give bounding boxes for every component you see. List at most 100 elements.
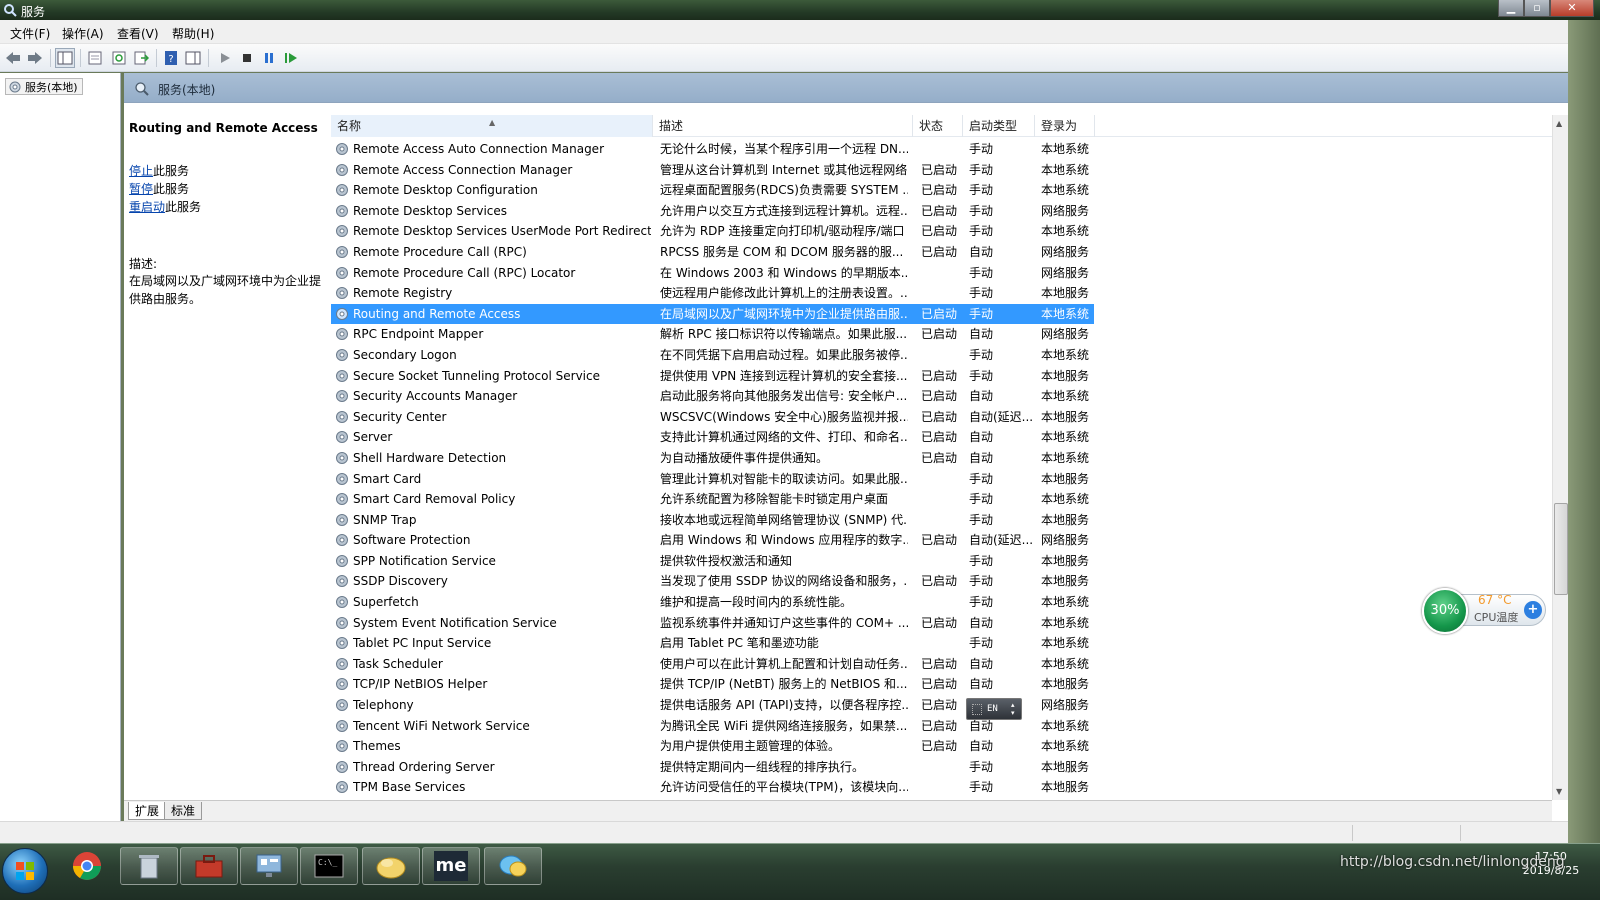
properties-icon[interactable] [85,48,105,68]
service-row[interactable]: RPC Endpoint Mapper 解析 RPC 接口标识符以传输端点。如果此… [331,324,1567,345]
taskbar-toolbox[interactable] [180,847,238,885]
cpu-temperature-widget[interactable]: 30% 67 °C CPU温度 + [1422,588,1548,634]
minimize-button[interactable]: ▁ [1498,0,1524,17]
show-hide-tree-icon[interactable] [55,48,75,68]
service-row[interactable]: Security Accounts Manager 启动此服务将向其他服务发出信号… [331,386,1567,407]
service-name: Remote Desktop Configuration [353,183,538,198]
forward-icon[interactable] [25,48,45,68]
service-row[interactable]: Themes 为用户提供使用主题管理的体验。 已启动 自动 本地系统 [331,736,1567,757]
service-row[interactable]: Secure Socket Tunneling Protocol Service… [331,366,1567,387]
service-row[interactable]: Remote Registry 使远程用户能修改此计算机上的注册表设置。... 手动… [331,283,1567,304]
restart-service-icon[interactable] [281,48,301,68]
service-row[interactable]: Tablet PC Input Service 启用 Tablet PC 笔和墨迹… [331,633,1567,654]
taskbar-me-app[interactable]: me [422,847,480,885]
scroll-down-icon[interactable]: ▼ [1556,787,1562,796]
service-name: Remote Desktop Services UserMode Port Re… [353,224,651,239]
vertical-scrollbar[interactable]: ▲ ▼ [1552,115,1568,800]
service-name: Remote Procedure Call (RPC) [353,244,527,259]
action-pane-icon[interactable] [183,48,203,68]
export-list-icon[interactable] [131,48,151,68]
service-startup-type: 自动 [969,739,994,754]
menu-action[interactable]: 操作(A) [62,25,104,42]
service-row[interactable]: Remote Desktop Configuration 远程桌面配置服务(RDC… [331,180,1567,201]
ime-options-icon[interactable]: ▴ ▾ [1011,701,1015,717]
service-row[interactable]: Remote Access Auto Connection Manager 无论什… [331,139,1567,160]
service-row[interactable]: Remote Procedure Call (RPC) RPCSS 服务是 COM… [331,242,1567,263]
ime-language-bar[interactable]: EN ▴ ▾ [966,698,1022,720]
service-row[interactable]: Security Center WSCSVC(Windows 安全中心)服务监视并… [331,407,1567,428]
service-row[interactable]: Smart Card 管理此计算机对智能卡的取读访问。如果此服... 手动 本地服务 [331,469,1567,490]
service-row[interactable]: SNMP Trap 接收本地或远程简单网络管理协议 (SNMP) 代... 手动 本地… [331,510,1567,531]
menu-file[interactable]: 文件(F) [10,25,50,42]
taskbar-cmd[interactable]: C:\_ [300,847,358,885]
service-row[interactable]: Task Scheduler 使用户可以在此计算机上配置和计划自动任务... 已启动… [331,654,1567,675]
tree-item-services-local[interactable]: 服务(本地) [5,78,83,95]
service-row[interactable]: Remote Desktop Services UserMode Port Re… [331,221,1567,242]
service-row[interactable]: Remote Desktop Services 允许用户以交互方式连接到远程计算机… [331,201,1567,222]
column-logon-as[interactable]: 登录为 [1035,115,1095,137]
refresh-icon[interactable] [109,48,129,68]
taskbar-services-window[interactable] [240,847,298,885]
service-gear-icon [336,699,348,712]
service-gear-icon [336,554,348,567]
tab-standard[interactable]: 标准 [164,802,203,820]
service-row[interactable]: TPM Base Services 允许访问受信任的平台模块(TPM)，该模块向.… [331,777,1567,798]
service-logon-as: 本地系统 [1041,492,1090,507]
service-row[interactable]: Shell Hardware Detection 为自动播放硬件事件提供通知。 已启… [331,448,1567,469]
maximize-button[interactable]: ▫ [1524,0,1550,17]
column-startup-type[interactable]: 启动类型 [963,115,1035,137]
scroll-up-icon[interactable]: ▲ [1556,119,1562,128]
close-button[interactable]: ✕ [1550,0,1594,17]
service-logon-as: 本地服务 [1041,677,1090,692]
start-service-icon[interactable] [215,48,235,68]
stop-service-link[interactable]: 停止 [129,164,153,178]
column-description[interactable]: 描述 [653,115,913,137]
stop-service-icon[interactable] [237,48,257,68]
help-icon[interactable]: ? [161,48,181,68]
toolbox-icon [195,855,223,878]
grip-icon[interactable] [972,704,982,715]
taskbar-qq[interactable] [484,847,542,885]
service-row[interactable]: Remote Access Connection Manager 管理从这台计算机… [331,160,1567,181]
service-row[interactable]: Remote Procedure Call (RPC) Locator 在 Win… [331,263,1567,284]
service-row[interactable]: Telephony 提供电话服务 API (TAPI)支持，以便各程序控... 已启… [331,695,1567,716]
service-row[interactable]: Routing and Remote Access 在局域网以及广域网环境中为企业… [331,303,1094,325]
service-row[interactable]: SSDP Discovery 当发现了使用 SSDP 协议的网络设备和服务，...… [331,571,1567,592]
service-row[interactable]: Tencent WiFi Network Service 为腾讯全民 WiFi 提… [331,716,1567,737]
service-description: 提供 TCP/IP (NetBT) 服务上的 NetBIOS 和... [660,677,908,692]
service-name: TPM Base Services [353,780,466,795]
service-row[interactable]: TCP/IP NetBIOS Helper 提供 TCP/IP (NetBT) 服… [331,674,1567,695]
back-icon[interactable] [3,48,23,68]
menu-view[interactable]: 查看(V) [117,25,159,42]
service-row[interactable]: Smart Card Removal Policy 允许系统配置为移除智能卡时锁定… [331,489,1567,510]
service-name: Software Protection [353,533,471,548]
column-status[interactable]: 状态 [913,115,963,137]
taskbar-chrome[interactable] [58,847,116,885]
service-logon-as: 本地系统 [1041,306,1090,321]
menu-help[interactable]: 帮助(H) [172,25,214,42]
service-row[interactable]: Secondary Logon 在不同凭据下启用启动过程。如果此服务被停... 手动… [331,345,1567,366]
pause-service-link[interactable]: 暂停 [129,182,153,196]
service-logon-as: 本地系统 [1041,450,1090,465]
service-row[interactable]: Superfetch 维护和提高一段时间内的系统性能。 手动 本地系统 [331,592,1567,613]
service-row[interactable]: SPP Notification Service 提供软件授权激活和通知 手动 本地服… [331,551,1567,572]
service-name: Telephony [353,698,414,713]
tab-extended[interactable]: 扩展 [128,802,167,820]
scroll-thumb[interactable] [1554,503,1568,595]
plus-icon[interactable]: + [1524,601,1542,619]
service-row[interactable]: Server 支持此计算机通过网络的文件、打印、和命名... 已启动 自动 本地系统 [331,427,1567,448]
service-name: Remote Procedure Call (RPC) Locator [353,265,576,280]
column-name[interactable]: ▲ 名称 [331,115,653,137]
service-row[interactable]: Thread Ordering Server 提供特定期间内一组线程的排序执行。 手… [331,757,1567,778]
view-tabs: 扩展 标准 [124,800,1552,821]
services-list: ▲ 名称 描述 状态 启动类型 登录为 Remote Access Auto Co… [331,115,1567,799]
taskbar-recycle-bin[interactable] [120,847,178,885]
service-row[interactable]: System Event Notification Service 监视系统事件并… [331,613,1567,634]
restart-service-link[interactable]: 重启动 [129,200,165,214]
start-button[interactable] [2,848,48,894]
pause-service-icon[interactable] [259,48,279,68]
service-description: 远程桌面配置服务(RDCS)负责需要 SYSTEM ... [660,183,908,198]
service-row[interactable]: Software Protection 启用 Windows 和 Windows … [331,530,1567,551]
taskbar-folder[interactable] [362,847,420,885]
services-rows: Remote Access Auto Connection Manager 无论什… [331,139,1567,798]
